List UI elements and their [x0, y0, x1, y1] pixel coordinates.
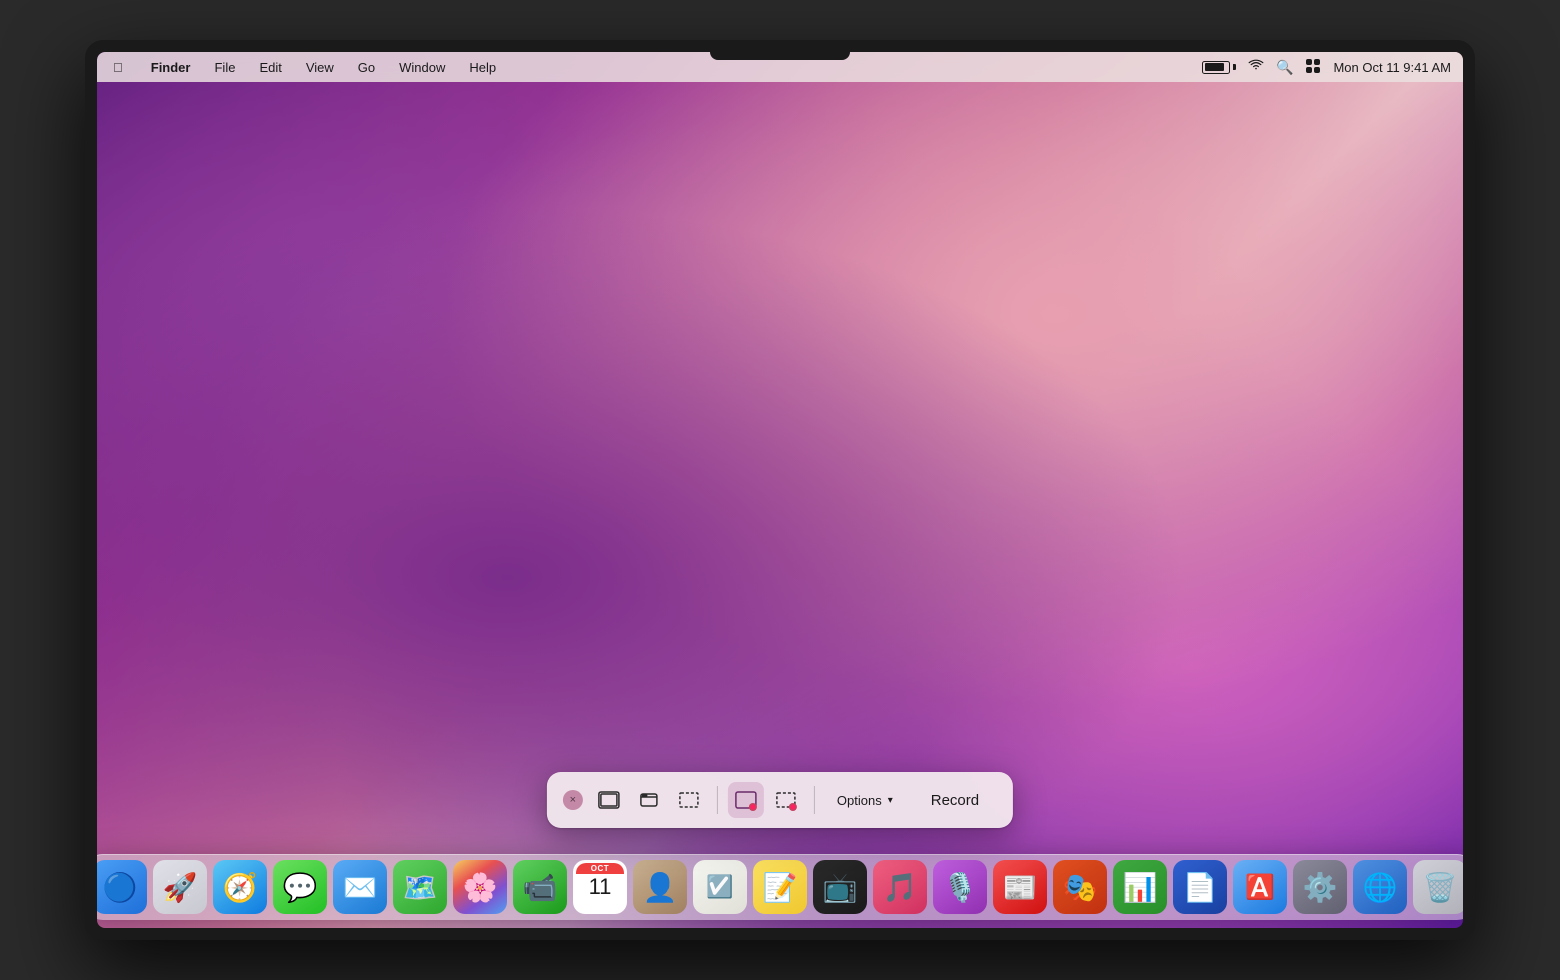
control-center-icon[interactable]	[1305, 58, 1321, 77]
finder-icon: 🔵	[103, 871, 138, 904]
dock-item-maps[interactable]: 🗺️	[393, 860, 447, 914]
battery-fill	[1205, 63, 1225, 71]
macbook-frame:  Finder File Edit View Go Window Help	[85, 40, 1475, 940]
chevron-down-icon: ▾	[888, 795, 893, 806]
music-icon: 🎵	[883, 871, 918, 904]
wifi-icon	[1248, 58, 1264, 76]
window-menu[interactable]: Window	[395, 58, 449, 77]
view-menu[interactable]: View	[302, 58, 338, 77]
dock-item-news[interactable]: 📰	[993, 860, 1047, 914]
dock-item-mail[interactable]: ✉️	[333, 860, 387, 914]
menubar-right: 🔍 Mon Oct 11 9:41 AM	[1202, 58, 1451, 77]
dockutil-icon: 🌐	[1363, 871, 1398, 904]
calendar-day: 11	[589, 874, 612, 900]
appstore-icon: 🅰️	[1245, 873, 1275, 902]
dock-item-photos[interactable]: 🌸	[453, 860, 507, 914]
dock-item-podcasts[interactable]: 🎙️	[933, 860, 987, 914]
edit-menu[interactable]: Edit	[255, 58, 285, 77]
file-menu[interactable]: File	[210, 58, 239, 77]
dock-item-reminders[interactable]: ☑️	[693, 860, 747, 914]
dock-item-finder[interactable]: 🔵	[97, 860, 147, 914]
dock-item-notes[interactable]: 📝	[753, 860, 807, 914]
launchpad-icon: 🚀	[163, 871, 198, 904]
systemprefs-icon: ⚙️	[1303, 871, 1338, 904]
facetime-icon: 📹	[523, 871, 558, 904]
dock-item-appletv[interactable]: 📺	[813, 860, 867, 914]
record-fullscreen-button[interactable]	[728, 782, 764, 818]
dock-item-pages[interactable]: 📄	[1173, 860, 1227, 914]
dock-item-trash[interactable]: 🗑️	[1413, 860, 1463, 914]
dock-item-facetime[interactable]: 📹	[513, 860, 567, 914]
go-menu[interactable]: Go	[354, 58, 379, 77]
dock-item-calendar[interactable]: OCT 11	[573, 860, 627, 914]
dock-item-dockutil[interactable]: 🌐	[1353, 860, 1407, 914]
trash-icon: 🗑️	[1423, 871, 1458, 904]
calendar-month: OCT	[576, 863, 624, 874]
screenshot-toolbar: ×	[547, 772, 1013, 828]
apple-menu[interactable]: 	[109, 58, 127, 77]
numbers-icon: 📊	[1123, 871, 1158, 904]
dock: 🔵 🚀 🧭 💬 ✉️ 🗺️ 🌸	[97, 854, 1463, 920]
record-label: Record	[931, 792, 979, 809]
capture-window-button[interactable]	[631, 782, 667, 818]
options-label: Options	[837, 793, 882, 808]
messages-icon: 💬	[283, 871, 318, 904]
safari-icon: 🧭	[223, 871, 258, 904]
help-menu[interactable]: Help	[465, 58, 500, 77]
datetime-display: Mon Oct 11 9:41 AM	[1333, 60, 1451, 75]
battery-indicator	[1202, 61, 1236, 74]
capture-selection-button[interactable]	[671, 782, 707, 818]
screen:  Finder File Edit View Go Window Help	[97, 52, 1463, 928]
pages-icon: 📄	[1183, 871, 1218, 904]
dock-item-launchpad[interactable]: 🚀	[153, 860, 207, 914]
record-button[interactable]: Record	[913, 786, 997, 815]
close-toolbar-button[interactable]: ×	[563, 790, 583, 810]
capture-fullscreen-button[interactable]	[591, 782, 627, 818]
keynote-icon: 🎭	[1063, 871, 1098, 904]
podcasts-icon: 🎙️	[943, 871, 978, 904]
menubar-left:  Finder File Edit View Go Window Help	[109, 58, 1202, 77]
battery-tip	[1233, 64, 1236, 70]
app-name-menu[interactable]: Finder	[147, 58, 195, 77]
dock-item-numbers[interactable]: 📊	[1113, 860, 1167, 914]
dock-item-contacts[interactable]: 👤	[633, 860, 687, 914]
record-selection-button[interactable]	[768, 782, 804, 818]
news-icon: 📰	[1003, 871, 1038, 904]
notes-icon: 📝	[763, 871, 798, 904]
camera-notch	[710, 52, 850, 60]
spotlight-search-icon[interactable]: 🔍	[1276, 59, 1293, 76]
photos-icon: 🌸	[463, 871, 498, 904]
toolbar-separator-1	[717, 786, 718, 814]
dock-item-safari[interactable]: 🧭	[213, 860, 267, 914]
mail-icon: ✉️	[343, 871, 378, 904]
dock-item-messages[interactable]: 💬	[273, 860, 327, 914]
appletv-icon: 📺	[823, 871, 858, 904]
dock-item-music[interactable]: 🎵	[873, 860, 927, 914]
close-icon: ×	[570, 794, 576, 806]
options-button[interactable]: Options ▾	[825, 787, 905, 814]
contacts-icon: 👤	[643, 871, 678, 904]
battery-body	[1202, 61, 1230, 74]
dock-item-keynote[interactable]: 🎭	[1053, 860, 1107, 914]
toolbar-separator-2	[814, 786, 815, 814]
dock-item-systemprefs[interactable]: ⚙️	[1293, 860, 1347, 914]
reminders-icon: ☑️	[706, 874, 733, 900]
calendar-inner: OCT 11	[576, 863, 624, 911]
maps-icon: 🗺️	[403, 871, 438, 904]
dock-item-appstore[interactable]: 🅰️	[1233, 860, 1287, 914]
